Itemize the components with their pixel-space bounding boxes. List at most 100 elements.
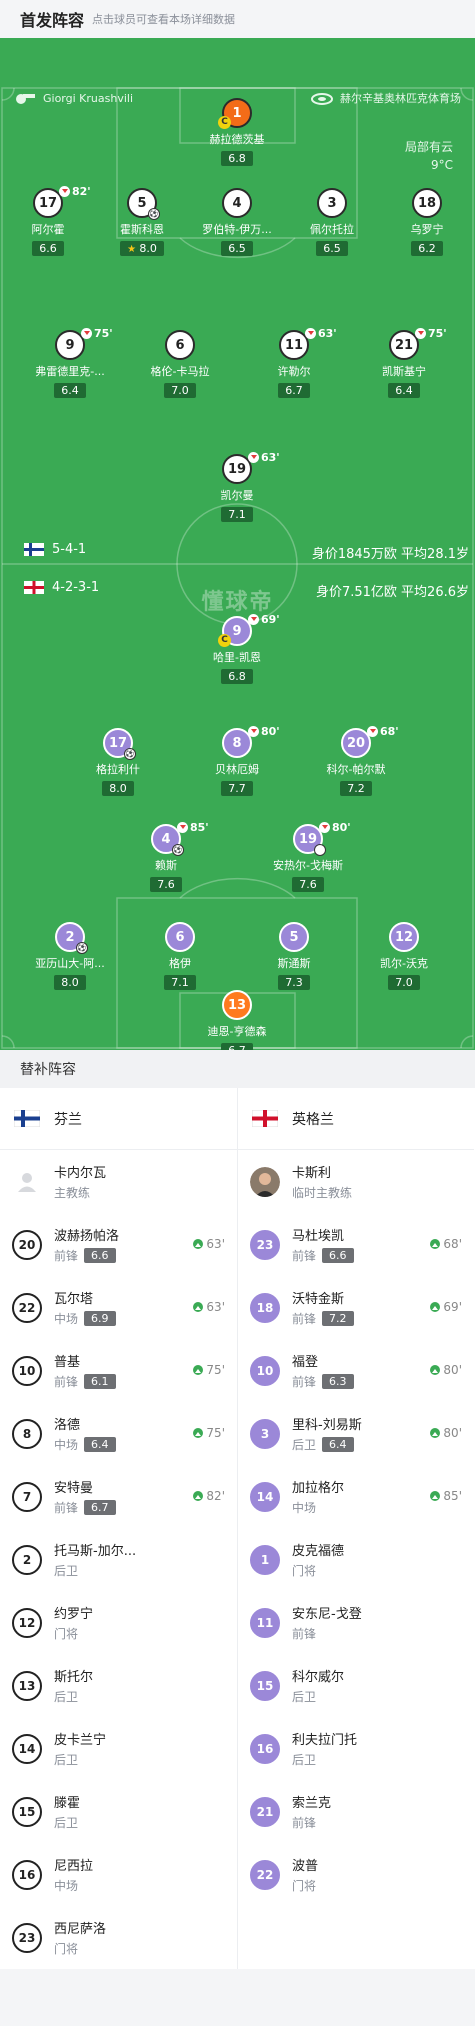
home-sub-row[interactable]: 12 约罗宁 门将 bbox=[0, 1591, 237, 1654]
home-sub-row[interactable]: 15 滕霍 后卫 bbox=[0, 1780, 237, 1843]
away-sub-row[interactable]: 22 波普 门将 bbox=[238, 1843, 474, 1906]
home-sub-row[interactable]: 13 斯托尔 后卫 bbox=[0, 1654, 237, 1717]
away-sub-row[interactable]: 1 皮克福德 门将 bbox=[238, 1528, 474, 1591]
player-name: 许勒尔 bbox=[277, 365, 311, 378]
sub-rating: 6.1 bbox=[84, 1374, 116, 1389]
away-sub-row[interactable]: 10 福登 前锋 6.3 80' bbox=[238, 1339, 474, 1402]
away-sub-row[interactable]: 16 利夫拉门托 后卫 bbox=[238, 1717, 474, 1780]
home-player[interactable]: 17 82' 阿尔霍 6.6 bbox=[6, 185, 91, 256]
away-player[interactable]: 2 ⚽ 亚历山大-阿... 8.0 bbox=[28, 922, 112, 990]
sub-name: 安东尼-戈登 bbox=[292, 1607, 362, 1622]
away-sub-row[interactable]: 15 科尔威尔 后卫 bbox=[238, 1654, 474, 1717]
away-player[interactable]: 9 C 69' 哈里-凯恩 6.8 bbox=[195, 613, 280, 684]
sub-position-label: 门将 bbox=[292, 1879, 317, 1893]
away-player[interactable]: 19 ↗ 80' 安热尔-戈梅斯 7.6 bbox=[266, 821, 351, 892]
home-sub-row[interactable]: 16 尼西拉 中场 bbox=[0, 1843, 237, 1906]
finland-flag-icon bbox=[14, 1110, 40, 1127]
player-rating: 7.7 bbox=[221, 781, 253, 796]
home-coach-row[interactable]: 卡内尔瓦 主教练 bbox=[0, 1150, 237, 1213]
home-sub-row[interactable]: 10 普基 前锋 6.1 75' bbox=[0, 1339, 237, 1402]
sub-name: 波普 bbox=[292, 1859, 319, 1874]
home-player[interactable]: 18 乌罗宁 6.2 bbox=[385, 188, 469, 256]
sub-minute: 69' bbox=[261, 613, 280, 626]
home-player[interactable]: 6 格伦-卡马拉 7.0 bbox=[138, 330, 222, 398]
weather-desc: 局部有云 bbox=[404, 140, 453, 154]
sub-in-icon bbox=[430, 1365, 441, 1375]
away-sub-row[interactable]: 14 加拉格尔 中场 85' bbox=[238, 1465, 474, 1528]
substitution-badge: 68' bbox=[367, 725, 399, 738]
home-player[interactable]: 19 63' 凯尔曼 7.1 bbox=[195, 451, 280, 522]
away-coach-row[interactable]: 卡斯利 临时主教练 bbox=[238, 1150, 474, 1213]
player-rating: 6.8 bbox=[221, 151, 253, 166]
sub-position: 前锋 6.3 bbox=[292, 1373, 354, 1390]
player-number: 6 bbox=[165, 922, 195, 952]
away-player[interactable]: 13 迪恩-亨德森 6.7 bbox=[195, 990, 279, 1050]
away-player[interactable]: 12 凯尔-沃克 7.0 bbox=[362, 922, 446, 990]
home-player[interactable]: 9 75' 弗雷德里克-... 6.4 bbox=[28, 327, 113, 398]
home-player[interactable]: 11 63' 许勒尔 6.7 bbox=[252, 327, 337, 398]
home-sub-row[interactable]: 8 洛德 中场 6.4 75' bbox=[0, 1402, 237, 1465]
sub-in-time: 80' bbox=[430, 1426, 462, 1440]
player-number: 4 bbox=[222, 188, 252, 218]
sub-in-minute: 68' bbox=[443, 1237, 462, 1251]
sub-name: 加拉格尔 bbox=[292, 1481, 345, 1496]
sub-position: 后卫 bbox=[54, 1751, 106, 1768]
sub-position-label: 中场 bbox=[292, 1501, 317, 1515]
away-sub-row[interactable]: 21 索兰克 前锋 bbox=[238, 1780, 474, 1843]
away-player[interactable]: 20 68' 科尔-帕尔默 7.2 bbox=[314, 725, 399, 796]
home-player[interactable]: 21 75' 凯斯基宁 6.4 bbox=[362, 327, 447, 398]
home-sub-row[interactable]: 14 皮卡兰宁 后卫 bbox=[0, 1717, 237, 1780]
sub-name: 普基 bbox=[54, 1355, 81, 1370]
sub-number: 18 bbox=[250, 1292, 280, 1323]
home-sub-row[interactable]: 7 安特曼 前锋 6.7 82' bbox=[0, 1465, 237, 1528]
player-name: 凯斯基宁 bbox=[382, 365, 426, 378]
player-rating: 7.6 bbox=[292, 877, 324, 892]
sub-in-minute: 63' bbox=[206, 1300, 225, 1314]
player-rating: 6.2 bbox=[411, 241, 443, 256]
sub-in-time: 75' bbox=[193, 1426, 225, 1440]
sub-position: 前锋 bbox=[292, 1814, 331, 1831]
sub-position-label: 中场 bbox=[54, 1879, 79, 1893]
home-sub-row[interactable]: 23 西尼萨洛 门将 bbox=[0, 1906, 237, 1969]
player-number: 5 bbox=[279, 922, 309, 952]
away-sub-row[interactable]: 3 里科-刘易斯 后卫 6.4 80' bbox=[238, 1402, 474, 1465]
home-player[interactable]: 1 C 赫拉德茨基 6.8 bbox=[195, 98, 279, 166]
sub-out-icon bbox=[415, 328, 426, 339]
sub-position-label: 后卫 bbox=[54, 1690, 79, 1704]
home-player[interactable]: 4 罗伯特-伊万... 6.5 bbox=[195, 188, 279, 256]
sub-out-icon bbox=[248, 614, 259, 625]
sub-position: 前锋 bbox=[292, 1625, 362, 1642]
away-player[interactable]: 8 80' 贝林厄姆 7.7 bbox=[195, 725, 280, 796]
sub-position-label: 后卫 bbox=[54, 1753, 79, 1767]
sub-number: 10 bbox=[12, 1355, 42, 1386]
sub-in-time: 80' bbox=[430, 1363, 462, 1377]
home-player[interactable]: 5 ⚽ 霍斯科恩 ★ 8.0 bbox=[100, 188, 184, 256]
player-number: 5 ⚽ bbox=[127, 188, 160, 220]
substitution-badge: 75' bbox=[415, 327, 447, 340]
sub-in-minute: 63' bbox=[206, 1237, 225, 1251]
away-player[interactable]: 5 斯通斯 7.3 bbox=[252, 922, 336, 990]
player-name: 佩尔托拉 bbox=[310, 223, 354, 236]
home-sub-row[interactable]: 2 托马斯-加尔... 后卫 bbox=[0, 1528, 237, 1591]
sub-position-label: 前锋 bbox=[54, 1375, 79, 1389]
home-player[interactable]: 3 佩尔托拉 6.5 bbox=[290, 188, 374, 256]
finland-flag-icon bbox=[24, 543, 44, 556]
substitution-badge: 63' bbox=[248, 451, 280, 464]
player-number: 1C bbox=[218, 98, 252, 129]
away-sub-row[interactable]: 18 沃特金斯 前锋 7.2 69' bbox=[238, 1276, 474, 1339]
away-sub-row[interactable]: 11 安东尼-戈登 前锋 bbox=[238, 1591, 474, 1654]
sub-in-icon bbox=[193, 1428, 204, 1438]
substitution-badge: 69' bbox=[248, 613, 280, 626]
home-sub-row[interactable]: 20 波赫扬帕洛 前锋 6.6 63' bbox=[0, 1213, 237, 1276]
sub-in-time: 63' bbox=[193, 1237, 225, 1251]
away-player[interactable]: 4 ⚽ 85' 赖斯 7.6 bbox=[124, 821, 209, 892]
away-sub-row[interactable]: 23 马杜埃凯 前锋 6.6 68' bbox=[238, 1213, 474, 1276]
sub-in-minute: 85' bbox=[443, 1489, 462, 1503]
away-player[interactable]: 17 ⚽ 格拉利什 8.0 bbox=[76, 728, 160, 796]
home-sub-row[interactable]: 22 瓦尔塔 中场 6.9 63' bbox=[0, 1276, 237, 1339]
away-player[interactable]: 6 格伊 7.1 bbox=[138, 922, 222, 990]
lineup-header: 首发阵容 点击球员可查看本场详细数据 bbox=[0, 0, 475, 38]
sub-minute: 85' bbox=[190, 821, 209, 834]
sub-in-time: 63' bbox=[193, 1300, 225, 1314]
sub-info: 斯托尔 后卫 bbox=[54, 1666, 93, 1705]
